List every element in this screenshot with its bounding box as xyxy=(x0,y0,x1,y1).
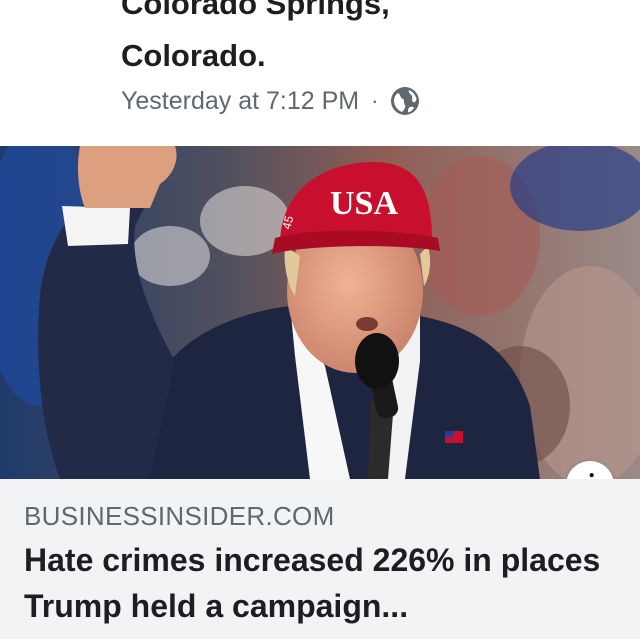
link-preview[interactable]: BUSINESSINSIDER.COM Hate crimes increase… xyxy=(0,479,640,639)
separator-dot: · xyxy=(371,88,379,113)
post-header: Colorado Springs, Colorado. Yesterday at… xyxy=(0,0,640,146)
link-domain: BUSINESSINSIDER.COM xyxy=(24,501,335,531)
cap-text: USA xyxy=(330,185,398,222)
location-line-2[interactable]: Colorado. xyxy=(121,38,266,74)
link-title[interactable]: Hate crimes increased 226% in places Tru… xyxy=(24,537,624,629)
location-line-1[interactable]: Colorado Springs, xyxy=(121,0,390,22)
post-photo[interactable]: USA 45 i xyxy=(0,146,640,479)
rally-photo-illustration: USA 45 xyxy=(0,146,640,479)
globe-icon[interactable] xyxy=(390,86,420,116)
post-timestamp[interactable]: Yesterday at 7:12 PM xyxy=(121,87,359,116)
timestamp-row: Yesterday at 7:12 PM · xyxy=(121,86,420,116)
